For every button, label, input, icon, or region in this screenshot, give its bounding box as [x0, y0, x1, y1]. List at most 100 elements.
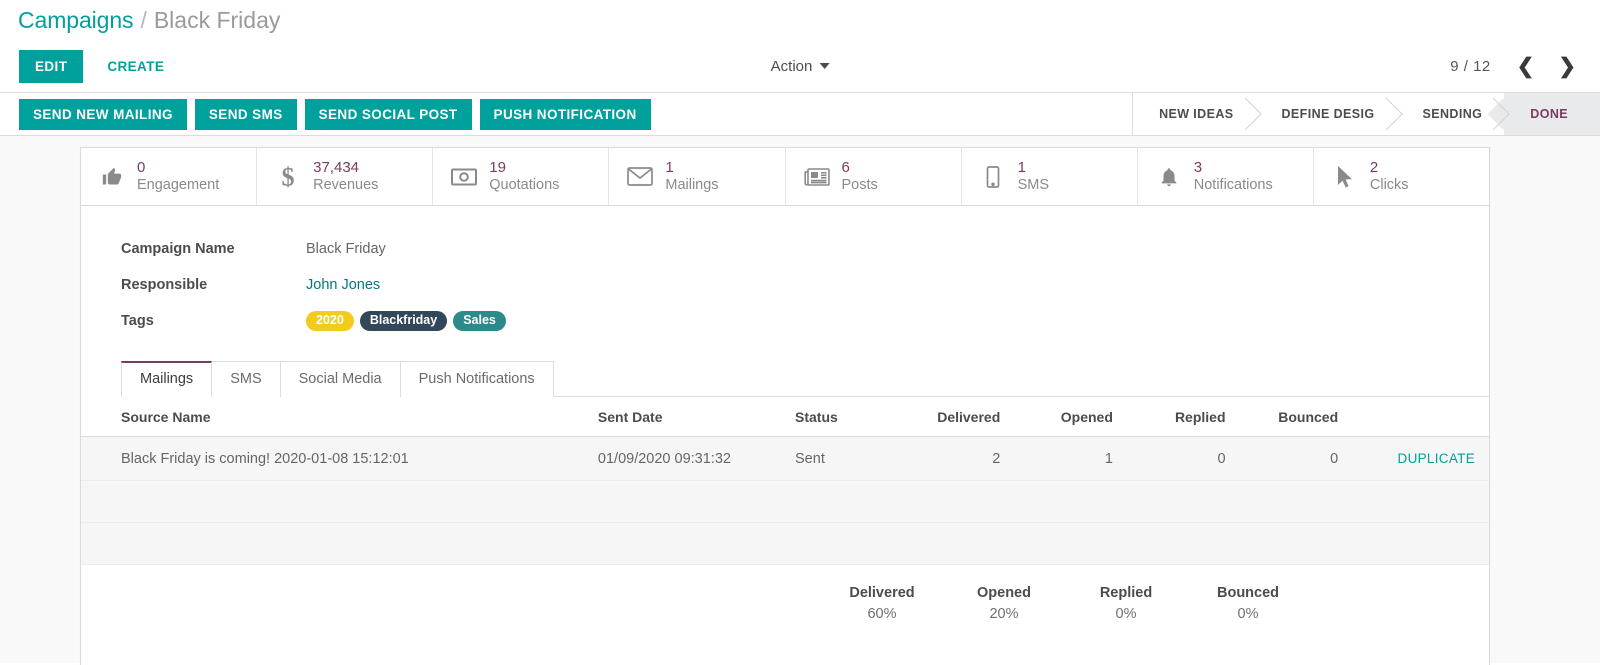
stage-sending[interactable]: SENDING — [1396, 93, 1505, 135]
field-campaign-name: Campaign Name Black Friday — [121, 238, 1489, 260]
stat-button-clicks[interactable]: 2 Clicks — [1313, 148, 1489, 205]
summary-replied: Replied 0% — [1065, 583, 1187, 625]
thumbs-up-icon — [99, 167, 125, 187]
tab-mailings[interactable]: Mailings — [121, 361, 213, 397]
stat-label-engagement: Engagement — [137, 176, 220, 193]
value-responsible-link[interactable]: John Jones — [306, 277, 380, 293]
summary-value-bounced: 0% — [1237, 606, 1259, 623]
table-filler-row — [81, 480, 1489, 523]
stat-button-revenues[interactable]: $ 37,434 Revenues — [257, 148, 434, 205]
stat-label-quotations: Quotations — [489, 176, 560, 193]
bell-icon — [1156, 165, 1182, 189]
summary-opened: Opened 20% — [943, 583, 1065, 625]
pager-count: 9 / 12 — [1450, 57, 1491, 75]
stat-label-notifications: Notifications — [1193, 176, 1273, 193]
col-bounced[interactable]: Bounced — [1235, 397, 1349, 437]
stat-value-revenues: 37,434 — [313, 158, 360, 176]
control-panel: EDIT CREATE Action 9 / 12 ❮ ❯ — [0, 40, 1600, 92]
send-sms-button[interactable]: SEND SMS — [194, 98, 297, 130]
summary-value-replied: 0% — [1115, 606, 1137, 623]
filler-cell — [81, 522, 1489, 565]
chevron-left-icon[interactable]: ❮ — [1507, 54, 1545, 79]
stat-label-sms: SMS — [1017, 176, 1050, 193]
push-notification-button[interactable]: PUSH NOTIFICATION — [479, 98, 651, 130]
stage-new-ideas[interactable]: NEW IDEAS — [1133, 93, 1256, 135]
newspaper-icon — [803, 167, 830, 187]
col-opened[interactable]: Opened — [1010, 397, 1123, 437]
col-source-name[interactable]: Source Name — [81, 397, 588, 437]
stage-done[interactable]: DONE — [1504, 93, 1600, 135]
stat-button-posts[interactable]: 6 Posts — [785, 148, 962, 205]
breadcrumb-current: Black Friday — [153, 6, 281, 33]
tab-sms[interactable]: SMS — [211, 361, 281, 397]
edit-button[interactable]: EDIT — [19, 49, 84, 83]
page-background: 0 Engagement $ 37,434 Revenues 19 Quotat… — [0, 136, 1600, 665]
col-actions — [1348, 397, 1489, 437]
stat-value-mailings: 1 — [665, 158, 674, 176]
dollar-sign-icon: $ — [275, 164, 301, 190]
action-dropdown[interactable]: Action — [771, 58, 830, 75]
stat-value-sms: 1 — [1017, 158, 1026, 176]
tag-list: 2020 Blackfriday Sales — [306, 310, 506, 332]
stat-value-posts: 6 — [841, 158, 850, 176]
stat-value-notifications: 3 — [1193, 158, 1203, 176]
button-statusbar-row: SEND NEW MAILING SEND SMS SEND SOCIAL PO… — [0, 92, 1600, 136]
mailings-table: Source Name Sent Date Status Delivered O… — [81, 397, 1489, 565]
stat-label-posts: Posts — [841, 176, 878, 193]
summary-label-bounced: Bounced — [1216, 585, 1280, 601]
pager: 9 / 12 ❮ ❯ — [1450, 54, 1586, 79]
stat-button-mailings[interactable]: 1 Mailings — [609, 148, 786, 205]
table-row[interactable]: Black Friday is coming! 2020-01-08 15:12… — [81, 436, 1489, 481]
col-sent-date[interactable]: Sent Date — [587, 397, 786, 437]
summary-value-delivered: 60% — [867, 606, 897, 623]
value-campaign-name[interactable]: Black Friday — [306, 241, 386, 257]
create-button[interactable]: CREATE — [93, 50, 178, 83]
tag-sales[interactable]: Sales — [453, 310, 506, 332]
col-replied[interactable]: Replied — [1122, 397, 1236, 437]
stat-button-engagement[interactable]: 0 Engagement — [81, 148, 258, 205]
send-social-post-button[interactable]: SEND SOCIAL POST — [304, 98, 472, 130]
send-new-mailing-button[interactable]: SEND NEW MAILING — [19, 98, 187, 130]
table-filler-row — [81, 522, 1489, 565]
chevron-down-icon — [819, 63, 830, 69]
chevron-right-icon[interactable]: ❯ — [1548, 54, 1586, 79]
stat-button-notifications[interactable]: 3 Notifications — [1137, 148, 1314, 205]
field-responsible: Responsible John Jones — [121, 274, 1489, 296]
tab-social-media[interactable]: Social Media — [279, 361, 401, 397]
label-tags: Tags — [121, 313, 154, 329]
tag-2020[interactable]: 2020 — [306, 310, 354, 332]
summary-delivered: Delivered 60% — [821, 583, 943, 625]
tab-push-notifications[interactable]: Push Notifications — [399, 361, 554, 397]
form-fields: Campaign Name Black Friday Responsible J… — [81, 206, 1489, 332]
form-sheet: 0 Engagement $ 37,434 Revenues 19 Quotat… — [80, 147, 1490, 665]
summary-row: Delivered 60% Opened 20% Replied 0% Boun… — [81, 565, 1489, 625]
duplicate-button[interactable]: DUPLICATE — [1394, 449, 1479, 468]
cell-status: Sent — [785, 436, 898, 481]
stat-button-sms[interactable]: 1 SMS — [961, 148, 1138, 205]
cell-source-name: Black Friday is coming! 2020-01-08 15:12… — [81, 436, 588, 481]
cell-bounced: 0 — [1235, 436, 1349, 481]
summary-value-opened: 20% — [989, 606, 1019, 623]
svg-text:$: $ — [282, 164, 295, 190]
breadcrumb-separator: / — [140, 6, 147, 33]
stat-label-mailings: Mailings — [665, 176, 719, 193]
stage-define-design[interactable]: DEFINE DESIG — [1255, 93, 1397, 135]
notebook-tabs: Mailings SMS Social Media Push Notificat… — [121, 360, 1489, 397]
label-responsible: Responsible — [121, 277, 208, 293]
stat-label-clicks: Clicks — [1369, 176, 1409, 193]
stat-button-quotations[interactable]: 19 Quotations — [433, 148, 610, 205]
stat-button-row: 0 Engagement $ 37,434 Revenues 19 Quotat… — [81, 148, 1489, 206]
label-campaign-name: Campaign Name — [121, 241, 235, 257]
mobile-phone-icon — [980, 165, 1006, 188]
col-delivered[interactable]: Delivered — [897, 397, 1011, 437]
col-status[interactable]: Status — [785, 397, 898, 437]
filler-cell — [81, 480, 1489, 523]
table-header-row: Source Name Sent Date Status Delivered O… — [81, 397, 1489, 437]
stat-value-quotations: 19 — [489, 158, 506, 176]
status-bar: NEW IDEAS DEFINE DESIG SENDING DONE — [1132, 93, 1600, 135]
tag-blackfriday[interactable]: Blackfriday — [359, 310, 448, 332]
stat-label-revenues: Revenues — [313, 176, 379, 193]
breadcrumb-root-link[interactable]: Campaigns — [18, 7, 134, 34]
stat-value-clicks: 2 — [1369, 158, 1379, 176]
action-button-group: SEND NEW MAILING SEND SMS SEND SOCIAL PO… — [0, 93, 651, 135]
